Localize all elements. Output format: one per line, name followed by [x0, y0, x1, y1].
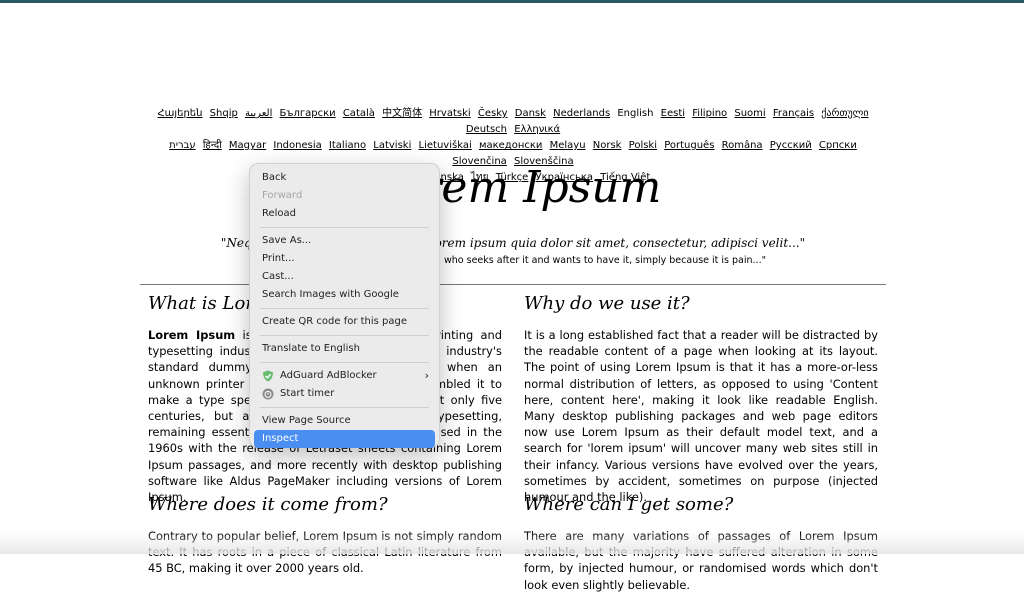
bottom-shadow: [0, 532, 1024, 554]
language-link[interactable]: العربية: [245, 108, 272, 119]
language-link[interactable]: Français: [773, 108, 814, 119]
menu-item-label: Start timer: [280, 388, 335, 399]
language-current: English: [617, 108, 654, 119]
language-link[interactable]: Italiano: [329, 140, 366, 151]
top-accent-bar: [0, 0, 1024, 3]
language-link[interactable]: Shqip: [210, 108, 238, 119]
language-link[interactable]: Suomi: [734, 108, 765, 119]
menu-item-cast[interactable]: Cast...: [254, 268, 435, 286]
language-link[interactable]: Српски: [819, 140, 857, 151]
language-link[interactable]: Lietuviškai: [419, 140, 472, 151]
language-link[interactable]: Català: [343, 108, 375, 119]
menu-item-forward: Forward: [262, 190, 303, 201]
adguard-shield-icon: [263, 370, 273, 382]
menu-item-print[interactable]: Print...: [254, 250, 435, 268]
menu-item-view-source[interactable]: View Page Source: [254, 412, 435, 430]
language-link[interactable]: Português: [664, 140, 714, 151]
language-link[interactable]: Ελληνικά: [514, 124, 560, 135]
language-row: Հայերեն Shqip العربية Български Català 中…: [140, 106, 886, 138]
menu-item-label: AdGuard AdBlocker: [280, 370, 377, 381]
language-link[interactable]: Pyccкий: [770, 140, 812, 151]
language-link[interactable]: Filipino: [692, 108, 727, 119]
context-menu: Back Forward Reload Save As... Print... …: [249, 163, 440, 448]
menu-separator: [260, 308, 429, 309]
menu-item-start-timer[interactable]: Start timer: [254, 385, 435, 403]
language-link[interactable]: Nederlands: [553, 108, 610, 119]
section-body: It is a long established fact that a rea…: [524, 328, 878, 505]
language-link[interactable]: Български: [280, 108, 336, 119]
section-why: Why do we use it? It is a long establish…: [524, 291, 878, 505]
menu-item-search-images[interactable]: Search Images with Google: [254, 286, 435, 304]
language-link[interactable]: Magyar: [229, 140, 266, 151]
menu-item-qr-code[interactable]: Create QR code for this page: [254, 313, 435, 331]
language-link[interactable]: 中文简体: [382, 108, 422, 119]
language-link[interactable]: Latviski: [373, 140, 411, 151]
language-link[interactable]: Հայերեն: [158, 108, 203, 119]
section-heading: Where does it come from?: [148, 494, 388, 515]
language-link[interactable]: ქართული: [821, 108, 868, 119]
language-link[interactable]: Indonesia: [273, 140, 321, 151]
chevron-right-icon: ›: [424, 369, 429, 382]
language-link[interactable]: Româna: [722, 140, 763, 151]
menu-item-adguard[interactable]: AdGuard AdBlocker ›: [254, 367, 435, 385]
language-link[interactable]: עברית: [169, 140, 196, 151]
language-link[interactable]: Deutsch: [466, 124, 507, 135]
language-link[interactable]: македонски: [479, 140, 542, 151]
section-heading: Why do we use it?: [524, 293, 690, 314]
language-link[interactable]: Eesti: [661, 108, 685, 119]
section-heading: Where can I get some?: [524, 494, 734, 515]
language-link[interactable]: Česky: [478, 108, 508, 119]
menu-separator: [260, 227, 429, 228]
lead-text: Lorem Ipsum: [148, 328, 236, 342]
menu-item-reload[interactable]: Reload: [254, 205, 435, 223]
timer-icon: [262, 388, 274, 400]
menu-item-save-as[interactable]: Save As...: [254, 232, 435, 250]
menu-separator: [260, 335, 429, 336]
language-link[interactable]: Norsk: [593, 140, 622, 151]
menu-item-inspect[interactable]: Inspect: [254, 430, 435, 448]
language-link[interactable]: हिन्दी: [203, 140, 222, 151]
menu-item-back[interactable]: Back: [254, 169, 435, 187]
language-link[interactable]: Polski: [629, 140, 657, 151]
language-link[interactable]: Melayu: [550, 140, 586, 151]
language-link[interactable]: Dansk: [515, 108, 546, 119]
menu-item-translate[interactable]: Translate to English: [254, 340, 435, 358]
language-link[interactable]: Hrvatski: [429, 108, 470, 119]
menu-separator: [260, 362, 429, 363]
menu-separator: [260, 407, 429, 408]
